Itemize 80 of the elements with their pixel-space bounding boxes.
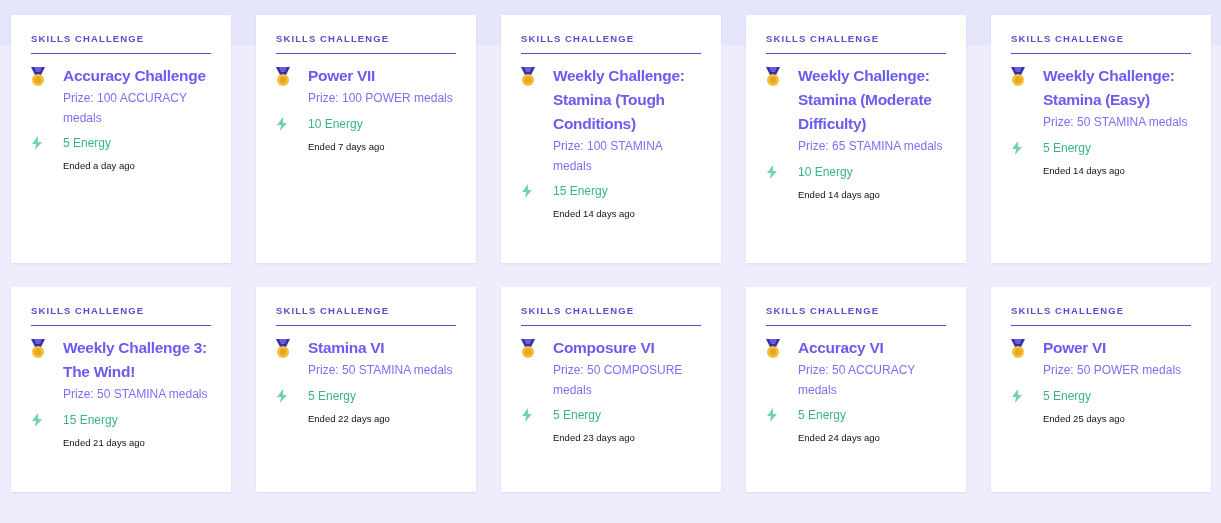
category-label: SKILLS CHALLENGE — [31, 305, 211, 326]
prize-text: Prize: 50 STAMINA medals — [63, 386, 209, 403]
prize-text: Prize: 100 POWER medals — [308, 90, 454, 107]
energy-cost: 5 Energy — [308, 388, 358, 403]
lightning-icon — [1011, 388, 1023, 403]
category-label: SKILLS CHALLENGE — [276, 33, 456, 54]
prize-text: Prize: 50 COMPOSURE medals — [553, 362, 684, 399]
challenge-title: Weekly Challenge: Stamina (Tough Conditions) — [553, 66, 686, 134]
challenge-card[interactable]: SKILLS CHALLENGE Stamina VI Prize: 50 STAMINA medals 5 Energy Ended 22 days ago — [256, 287, 476, 492]
prize-text: Prize: 50 ACCURACY medals — [798, 362, 917, 399]
medal-icon — [31, 339, 45, 359]
prize-text: Prize: 65 STAMINA medals — [798, 138, 944, 155]
prize-text: Prize: 100 STAMINA medals — [553, 138, 664, 175]
energy-cost: 5 Energy — [1043, 388, 1093, 403]
challenge-title: Power VII — [308, 66, 377, 86]
challenge-title: Weekly Challenge 3: The Wind! — [63, 338, 208, 382]
medal-icon — [521, 67, 535, 87]
category-label: SKILLS CHALLENGE — [521, 305, 701, 326]
challenge-card[interactable]: SKILLS CHALLENGE Weekly Challenge: Stamina (Easy) Prize: 50 STAMINA medals 5 Energy Ended 14 days ago — [991, 15, 1211, 263]
lightning-icon — [1011, 140, 1023, 155]
lightning-icon — [766, 408, 778, 422]
prize-text: Prize: 50 STAMINA medals — [308, 362, 454, 379]
category-label: SKILLS CHALLENGE — [766, 305, 946, 326]
lightning-icon — [276, 388, 288, 403]
challenge-title: Accuracy VI — [798, 338, 885, 358]
challenge-card[interactable]: SKILLS CHALLENGE Weekly Challenge: Stamina (Tough Conditions) Prize: 100 STAMINA medals 15 Energy Ended 14 days ago — [501, 15, 721, 263]
ended-time: Ended 14 days ago — [1043, 164, 1126, 176]
energy-cost: 5 Energy — [798, 408, 848, 422]
category-label: SKILLS CHALLENGE — [1011, 305, 1191, 326]
category-label: SKILLS CHALLENGE — [31, 33, 211, 54]
prize-text: Prize: 100 ACCURACY medals — [63, 90, 188, 127]
challenge-title: Composure VI — [553, 338, 656, 358]
category-label: SKILLS CHALLENGE — [766, 33, 946, 54]
challenge-card[interactable]: SKILLS CHALLENGE Weekly Challenge: Stamina (Moderate Difficulty) Prize: 65 STAMINA medals 10 Energy Ended 14 days ago — [746, 15, 966, 263]
challenge-title: Accuracy Challenge — [63, 66, 207, 86]
medal-icon — [276, 339, 290, 359]
lightning-icon — [521, 184, 533, 198]
challenge-card[interactable]: SKILLS CHALLENGE Power VI Prize: 50 POWER medals 5 Energy Ended 25 days ago — [991, 287, 1211, 492]
energy-cost: 15 Energy — [63, 412, 119, 427]
category-label: SKILLS CHALLENGE — [521, 33, 701, 54]
ended-time: Ended 25 days ago — [1043, 412, 1126, 424]
challenge-card[interactable]: SKILLS CHALLENGE Accuracy VI Prize: 50 ACCURACY medals 5 Energy Ended 24 days ago — [746, 287, 966, 492]
medal-icon — [521, 339, 535, 359]
ended-time: Ended a day ago — [63, 160, 136, 171]
challenge-card[interactable]: SKILLS CHALLENGE Accuracy Challenge Prize: 100 ACCURACY medals 5 Energy Ended a day ago — [11, 15, 231, 263]
ended-time: Ended 14 days ago — [798, 188, 881, 200]
ended-time: Ended 14 days ago — [553, 208, 636, 219]
ended-time: Ended 23 days ago — [553, 432, 636, 443]
lightning-icon — [31, 412, 43, 427]
medal-icon — [1011, 339, 1025, 359]
challenge-title: Stamina VI — [308, 338, 386, 358]
energy-cost: 10 Energy — [308, 116, 364, 131]
ended-time: Ended 7 days ago — [308, 140, 386, 152]
medal-icon — [766, 67, 780, 87]
lightning-icon — [521, 408, 533, 422]
medal-icon — [1011, 67, 1025, 87]
category-label: SKILLS CHALLENGE — [276, 305, 456, 326]
medal-icon — [31, 67, 45, 87]
medal-icon — [276, 67, 290, 87]
energy-cost: 5 Energy — [1043, 140, 1093, 155]
challenge-card[interactable]: SKILLS CHALLENGE Composure VI Prize: 50 COMPOSURE medals 5 Energy Ended 23 days ago — [501, 287, 721, 492]
ended-time: Ended 21 days ago — [63, 436, 146, 448]
challenge-title: Power VI — [1043, 338, 1108, 358]
challenge-title: Weekly Challenge: Stamina (Moderate Difficulty) — [798, 66, 933, 134]
ended-time: Ended 22 days ago — [308, 412, 391, 424]
energy-cost: 15 Energy — [553, 184, 609, 198]
ended-time: Ended 24 days ago — [798, 432, 881, 443]
challenge-card[interactable]: SKILLS CHALLENGE Power VII Prize: 100 POWER medals 10 Energy Ended 7 days ago — [256, 15, 476, 263]
energy-cost: 10 Energy — [798, 164, 854, 179]
medal-icon — [766, 339, 780, 359]
challenge-card[interactable]: SKILLS CHALLENGE Weekly Challenge 3: The Wind! Prize: 50 STAMINA medals 15 Energy Ended 21 days ago — [11, 287, 231, 492]
prize-text: Prize: 50 STAMINA medals — [1043, 114, 1189, 131]
lightning-icon — [766, 164, 778, 179]
lightning-icon — [276, 116, 288, 131]
prize-text: Prize: 50 POWER medals — [1043, 362, 1183, 379]
energy-cost: 5 Energy — [63, 136, 113, 150]
category-label: SKILLS CHALLENGE — [1011, 33, 1191, 54]
lightning-icon — [31, 136, 43, 150]
energy-cost: 5 Energy — [553, 408, 603, 422]
challenge-title: Weekly Challenge: Stamina (Easy) — [1043, 66, 1176, 110]
